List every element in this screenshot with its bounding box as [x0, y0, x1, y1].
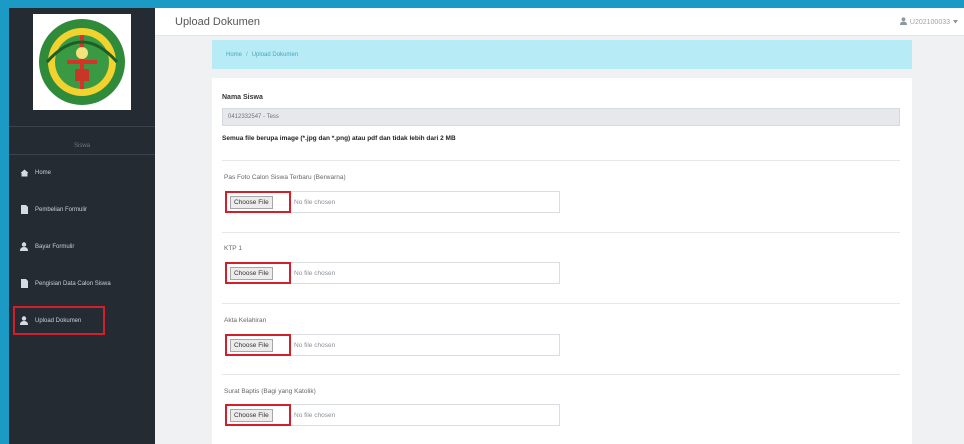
home-icon: [19, 168, 29, 178]
user-icon: [19, 316, 29, 326]
file-input-surat-baptis[interactable]: Choose File No file chosen: [225, 404, 560, 426]
upload-label-ktp: KTP 1: [224, 245, 242, 252]
upload-label-akta-kelahiran: Akta Kelahiran: [224, 317, 267, 324]
choose-file-button[interactable]: Choose File: [230, 408, 273, 422]
main-content: Home / Upload Dokumen Nama Siswa 0412332…: [155, 36, 964, 444]
choose-file-button[interactable]: Choose File: [230, 338, 273, 352]
student-name-field: 0412332547 - Tess: [222, 108, 900, 126]
page-title: Upload Dokumen: [175, 16, 260, 28]
choose-file-button[interactable]: Choose File: [230, 266, 273, 280]
file-input-akta-kelahiran[interactable]: Choose File No file chosen: [225, 334, 560, 356]
sidebar-item-home[interactable]: Home: [9, 158, 155, 187]
sidebar-item-label: Upload Dokumen: [35, 317, 82, 324]
sidebar-divider: [9, 126, 155, 127]
sidebar-item-pengisian-data[interactable]: Pengisian Data Calon Siswa: [9, 269, 155, 298]
school-logo: [33, 14, 131, 110]
sidebar-item-label: Home: [35, 169, 52, 176]
choose-file-highlight: Choose File: [225, 334, 291, 356]
divider: [222, 374, 900, 375]
breadcrumb-current: Upload Dokumen: [251, 51, 299, 58]
chevron-down-icon: [953, 19, 958, 26]
breadcrumb: Home / Upload Dokumen: [212, 40, 912, 69]
breadcrumb-home-link[interactable]: Home: [226, 52, 242, 58]
screenshot-frame-left: [0, 0, 9, 444]
file-status: No file chosen: [294, 269, 336, 277]
breadcrumb-separator: /: [246, 51, 248, 58]
sidebar-item-upload-dokumen[interactable]: Upload Dokumen: [13, 306, 105, 335]
user-icon: [899, 17, 907, 27]
file-status: No file chosen: [294, 198, 336, 206]
top-bar: Upload Dokumen U202100033: [155, 8, 964, 36]
divider: [222, 232, 900, 233]
file-requirement-note: Semua file berupa image (*.jpg dan *.png…: [222, 135, 456, 142]
sidebar-caption: Siswa: [73, 143, 90, 149]
choose-file-highlight: Choose File: [225, 262, 291, 284]
file-icon: [19, 279, 29, 289]
file-status: No file chosen: [294, 411, 336, 419]
sidebar-divider: [9, 154, 155, 155]
sidebar-item-bayar-formulir[interactable]: Bayar Formulir: [9, 232, 155, 261]
choose-file-highlight: Choose File: [225, 191, 291, 213]
divider: [222, 160, 900, 161]
screenshot-frame-top: [0, 0, 964, 8]
user-menu[interactable]: U202100033: [899, 17, 958, 27]
student-name-label: Nama Siswa: [222, 94, 263, 101]
sidebar-item-label: Pengisian Data Calon Siswa: [35, 280, 111, 287]
user-name: U202100033: [909, 18, 950, 26]
sidebar: Siswa Home Pembelian Formulir Bayar Form…: [9, 8, 155, 444]
upload-label-surat-baptis: Surat Baptis (Bagi yang Katolik): [224, 388, 316, 395]
divider: [222, 303, 900, 304]
sidebar-item-pembelian-formulir[interactable]: Pembelian Formulir: [9, 195, 155, 224]
upload-form-card: Nama Siswa 0412332547 - Tess Semua file …: [212, 78, 912, 444]
user-icon: [19, 242, 29, 252]
file-input-pas-foto[interactable]: Choose File No file chosen: [225, 191, 560, 213]
file-input-ktp[interactable]: Choose File No file chosen: [225, 262, 560, 284]
upload-label-pas-foto: Pas Foto Calon Siswa Terbaru (Berwarna): [224, 174, 346, 181]
file-icon: [19, 205, 29, 215]
choose-file-button[interactable]: Choose File: [230, 195, 273, 209]
sidebar-item-label: Bayar Formulir: [35, 243, 75, 250]
sidebar-item-label: Pembelian Formulir: [35, 206, 88, 213]
sidebar-menu: Home Pembelian Formulir Bayar Formulir P…: [9, 158, 155, 343]
file-status: No file chosen: [294, 341, 336, 349]
choose-file-highlight: Choose File: [225, 404, 291, 426]
